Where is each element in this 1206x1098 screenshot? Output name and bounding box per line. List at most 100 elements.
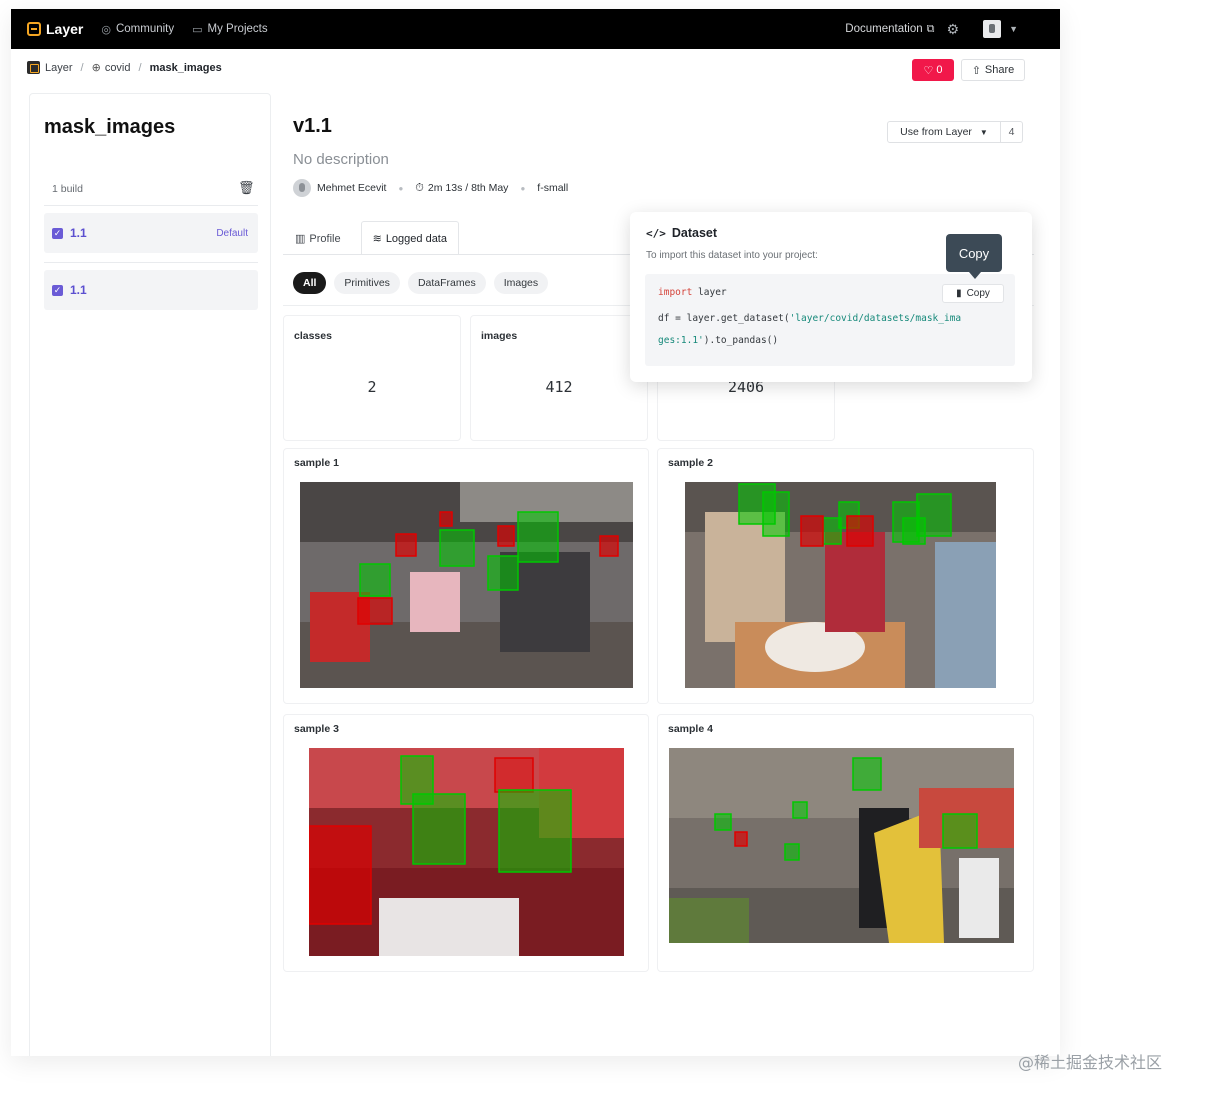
columns-icon: ▥	[295, 233, 306, 245]
code-icon: </>	[646, 226, 666, 240]
share-label: Share	[984, 64, 1015, 76]
like-count: 0	[936, 64, 943, 76]
breadcrumb: Layer / ⊕ covid / mask_images	[27, 61, 222, 74]
stat-value: 2	[367, 378, 377, 396]
sample-1-photo	[300, 482, 633, 688]
code-line: df = layer.get_dataset('layer/covid/data…	[658, 313, 961, 324]
code-keyword: import	[658, 287, 693, 298]
layer-logo-icon	[27, 61, 40, 74]
sample-label: sample 3	[294, 723, 339, 735]
description: No description	[293, 151, 389, 168]
share-button[interactable]: ⇧ Share	[961, 59, 1025, 81]
author-avatar	[293, 179, 311, 197]
copy-button[interactable]: ▮ Copy	[942, 284, 1004, 303]
filter-all[interactable]: All	[293, 272, 327, 294]
code-text: df = layer.get_dataset(	[658, 313, 790, 324]
sidebar: mask_images 1 build 🗑 ✓ 1.1 Default ✓ 1.…	[29, 93, 271, 1056]
stat-label: images	[481, 330, 518, 342]
nav-community-label: Community	[115, 23, 175, 35]
build-count: 1 build	[52, 183, 83, 195]
popover-title-text: Dataset	[671, 226, 718, 240]
brand-logo[interactable]: Layer	[27, 21, 83, 37]
fabric-label: f-small	[537, 182, 569, 194]
chevron-down-icon[interactable]: ▼	[1009, 24, 1018, 34]
code-line: ges:1.1').to_pandas()	[658, 335, 778, 346]
sample-card: sample 2	[657, 448, 1034, 704]
nav-community[interactable]: ◎ Community	[101, 23, 174, 36]
sample-card: sample 1	[283, 448, 649, 704]
use-from-layer-label: Use from Layer	[900, 126, 972, 138]
sample-label: sample 4	[668, 723, 713, 735]
build-version: 1.1	[70, 283, 87, 297]
code-string: ges:1.1'	[658, 335, 704, 346]
stopwatch-icon: ⏱	[415, 181, 424, 194]
brand-name: Layer	[46, 21, 84, 37]
breadcrumb-current: mask_images	[149, 61, 222, 74]
stat-card-classes: classes 2	[283, 315, 461, 441]
sample-2-photo	[685, 482, 996, 688]
popover-title: </> Dataset	[646, 226, 717, 240]
popover-subtitle: To import this dataset into your project…	[646, 250, 818, 261]
sidebar-divider	[44, 205, 258, 206]
sample-image[interactable]	[685, 482, 996, 688]
copy-tooltip: Copy	[946, 234, 1002, 279]
tab-logged-data[interactable]: ≋ Logged data	[360, 221, 459, 255]
meta-separator: ●	[398, 183, 404, 193]
dataset-title: mask_images	[44, 116, 176, 138]
code-string: 'layer/covid/datasets/mask_ima	[789, 313, 962, 324]
top-navbar: Layer ◎ Community ▭ My Projects Document…	[11, 9, 1060, 49]
breadcrumb-separator: /	[138, 61, 142, 74]
clipboard-icon: ▮	[956, 288, 962, 299]
tab-profile[interactable]: ▥ Profile	[283, 221, 353, 255]
author-name[interactable]: Mehmet Ecevit	[317, 182, 386, 194]
stat-value: 412	[545, 378, 573, 396]
chart-icon: ≋	[372, 233, 382, 245]
sample-card: sample 4	[657, 714, 1034, 972]
filter-primitives[interactable]: Primitives	[334, 272, 400, 294]
breadcrumb-project[interactable]: covid	[105, 62, 131, 74]
heart-icon: ♡	[923, 64, 934, 77]
nav-my-projects[interactable]: ▭ My Projects	[192, 23, 267, 36]
nav-right-group: Documentation ⧉ ⚙ ▼	[845, 20, 1018, 38]
trash-icon[interactable]: 🗑	[238, 180, 255, 196]
like-button[interactable]: ♡ 0	[912, 59, 954, 81]
breadcrumb-root[interactable]: Layer	[45, 62, 73, 74]
globe-icon: ⊕	[91, 62, 101, 74]
copy-label: Copy	[966, 288, 990, 299]
filter-images[interactable]: Images	[493, 272, 549, 294]
code-snippet[interactable]: import layer df = layer.get_dataset('lay…	[645, 274, 1015, 366]
checkbox-icon[interactable]: ✓	[52, 227, 63, 239]
checkbox-icon[interactable]: ✓	[52, 284, 63, 296]
code-line: import layer	[658, 287, 727, 298]
tab-label: Logged data	[385, 232, 447, 245]
filter-chips: All Primitives DataFrames Images	[293, 272, 556, 294]
sample-4-photo	[669, 748, 1014, 943]
sample-image[interactable]	[309, 748, 624, 956]
sample-label: sample 2	[668, 457, 713, 469]
sidebar-build-item[interactable]: ✓ 1.1 Default	[44, 213, 258, 253]
sample-image[interactable]	[669, 748, 1014, 943]
use-from-layer-button[interactable]: Use from Layer ▼	[887, 121, 1001, 143]
tab-label: Profile	[309, 232, 341, 245]
version-title: v1.1	[293, 115, 332, 137]
sample-image[interactable]	[300, 482, 633, 688]
stat-card-images: images 412	[470, 315, 648, 441]
tab-bar: ▥ Profile ≋ Logged data	[283, 219, 459, 255]
breadcrumb-separator: /	[80, 61, 84, 74]
user-avatar[interactable]	[983, 20, 1002, 38]
meta-separator: ●	[520, 183, 526, 193]
external-link-icon: ⧉	[926, 22, 935, 35]
chevron-down-icon: ▼	[979, 127, 988, 137]
gear-icon[interactable]: ⚙	[947, 21, 960, 38]
build-meta: Mehmet Ecevit ● ⏱ 2m 13s / 8th May ● f-s…	[293, 179, 568, 197]
stat-label: classes	[294, 330, 332, 342]
sidebar-divider	[44, 262, 258, 263]
app-window: Layer ◎ Community ▭ My Projects Document…	[11, 9, 1060, 1056]
sample-card: sample 3	[283, 714, 649, 972]
build-duration: 2m 13s / 8th May	[427, 182, 509, 194]
nav-my-projects-label: My Projects	[207, 23, 268, 35]
documentation-link[interactable]: Documentation	[845, 23, 922, 35]
build-version: 1.1	[70, 226, 87, 240]
sidebar-build-item[interactable]: ✓ 1.1	[44, 270, 258, 310]
filter-dataframes[interactable]: DataFrames	[407, 272, 486, 294]
